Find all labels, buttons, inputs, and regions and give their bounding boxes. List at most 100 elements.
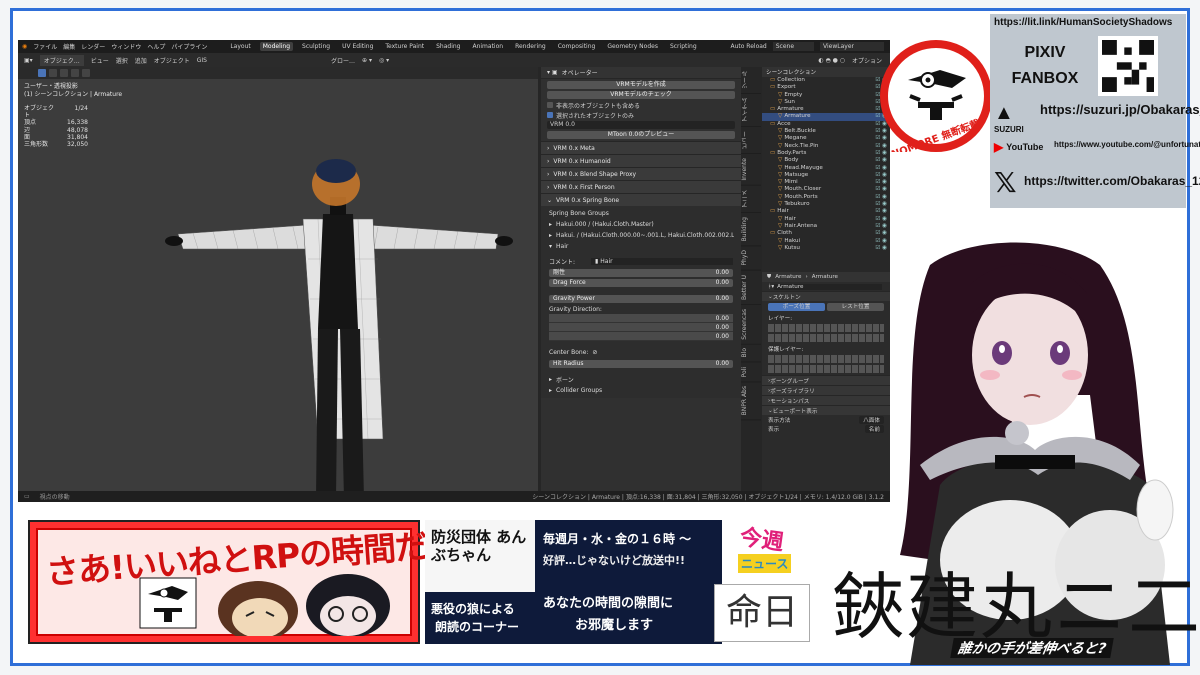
outliner-item[interactable]: ▭ Collection ☑ ◉ — [762, 77, 890, 84]
spring-group-item[interactable]: ▸ Hakui. / (Hakui.Cloth.000.00~.001.L, Ha… — [541, 230, 741, 241]
select-box-icon[interactable] — [38, 69, 46, 77]
outliner-item[interactable]: ▽ Hair ☑ ◉ — [762, 216, 890, 223]
bones-subpanel[interactable]: ▸ ボーン — [541, 374, 741, 385]
tab-compositing[interactable]: Compositing — [555, 42, 599, 51]
include-hidden-checkbox[interactable]: 非表示のオブジェクトも含める — [547, 101, 735, 110]
menu-render[interactable]: レンダー — [81, 42, 105, 51]
outliner-item[interactable]: ▽ Tebukuro ☑ ◉ — [762, 201, 890, 208]
section-blend-shape[interactable]: › VRM 0.x Blend Shape Proxy — [541, 167, 741, 180]
hit-radius-field[interactable]: Hit Radius 0.00 — [549, 360, 733, 368]
visibility-icon[interactable]: ☑ ◉ — [875, 186, 890, 193]
menu-file[interactable]: ファイル — [33, 42, 57, 51]
sidebar-tab[interactable]: ツール — [741, 67, 761, 94]
3d-viewport[interactable]: ユーザー・透視投影 (1) シーンコレクション | Armature オブジェク… — [18, 79, 538, 491]
breadcrumb-object[interactable]: Armature — [775, 274, 801, 280]
menu-gis[interactable]: GIS — [197, 57, 207, 64]
outliner-item[interactable]: ▽ Armature ☑ ◉ — [762, 113, 890, 121]
scene-selector[interactable]: Scene — [772, 42, 815, 51]
sidebar-tab[interactable]: ビュー — [741, 127, 761, 154]
outliner-item[interactable]: ▭ Hair ☑ ◉ — [762, 208, 890, 215]
menu-pipeline[interactable]: パイプライン — [171, 42, 207, 51]
tab-scripting[interactable]: Scripting — [667, 42, 700, 51]
menu-select[interactable]: 選択 — [116, 56, 128, 65]
tab-layout[interactable]: Layout — [227, 42, 253, 51]
outliner-item[interactable]: ▽ Matsuge ☑ ◉ — [762, 172, 890, 179]
outliner-item[interactable]: ▽ Mimi ☑ ◉ — [762, 179, 890, 186]
spring-group-item[interactable]: ▸ Hakui.000 / (Hakui.Cloth.Master) — [541, 219, 741, 230]
outliner-item[interactable]: ▽ Body ☑ ◉ — [762, 157, 890, 164]
transform-orientation[interactable]: グロー… — [331, 56, 355, 65]
visibility-icon[interactable]: ☑ ◉ — [875, 165, 890, 172]
outliner-item[interactable]: ▽ Mouth.Closer ☑ ◉ — [762, 186, 890, 193]
gravity-x-field[interactable]: 0.00 — [549, 314, 733, 323]
collider-groups-subpanel[interactable]: ▸ Collider Groups — [541, 385, 741, 396]
pose-position-button[interactable]: ポーズ位置 — [768, 303, 825, 311]
sidebar-tab[interactable]: BNPR Abs — [741, 382, 761, 421]
outliner-item[interactable]: ▽ Neck.Tie.Pin ☑ ◉ — [762, 143, 890, 150]
sidebar-tab[interactable]: アニメ — [741, 185, 761, 213]
section-vrm-meta[interactable]: › VRM 0.x Meta — [541, 141, 741, 154]
tab-sculpting[interactable]: Sculpting — [299, 42, 333, 51]
sidebar-tab[interactable]: Better U — [741, 270, 761, 305]
outliner-item[interactable]: ▽ Belt.Buckle ☑ ◉ — [762, 128, 890, 135]
tab-animation[interactable]: Animation — [469, 42, 506, 51]
operator-header[interactable]: ▾ ▣ オペレーター — [541, 67, 741, 79]
shading-icons[interactable]: ◐ ◓ ● ○ — [818, 57, 845, 64]
select-mode-icon-3[interactable] — [60, 69, 68, 77]
mode-selector[interactable]: オブジェク… — [39, 54, 84, 66]
mtoon-preview-button[interactable]: MToon 0.0のプレビュー — [547, 131, 735, 139]
sidebar-tab[interactable]: Invente — [741, 154, 761, 186]
comment-field[interactable]: ▮ Hair — [591, 258, 733, 265]
sidebar-tab[interactable]: Blo — [741, 344, 761, 363]
visibility-icon[interactable]: ☑ ◉ — [875, 208, 890, 215]
menu-object[interactable]: オブジェクト — [154, 56, 190, 65]
visibility-icon[interactable]: ☑ ◉ — [875, 194, 890, 201]
center-bone-row[interactable]: Center Bone: ⊘ — [541, 347, 741, 358]
auto-reload-label[interactable]: Auto Reload — [730, 43, 766, 50]
tab-rendering[interactable]: Rendering — [512, 42, 549, 51]
outliner-item[interactable]: ▭ Body.Parts ☑ ◉ — [762, 150, 890, 157]
select-mode-icon-2[interactable] — [49, 69, 57, 77]
youtube-link[interactable]: https://www.youtube.com/@unfortunate_gua… — [1054, 140, 1200, 149]
outliner-item[interactable]: ▭Export☑ ◉ — [762, 84, 890, 91]
sidebar-tab[interactable]: PhyD — [741, 246, 761, 271]
sidebar-tab[interactable]: アイテム — [741, 94, 761, 127]
outliner-item[interactable]: ▽Empty☑ ◉ — [762, 92, 890, 99]
menu-view[interactable]: ビュー — [91, 56, 109, 65]
check-vrm-button[interactable]: VRMモデルのチェック — [547, 91, 735, 99]
outliner-item[interactable]: ▭ Armature ☑ ◉ — [762, 106, 890, 113]
gravity-power-field[interactable]: Gravity Power 0.00 — [549, 295, 733, 303]
outliner-item[interactable]: ▽ Mouth.Ports ☑ ◉ — [762, 194, 890, 201]
menu-edit[interactable]: 編集 — [63, 42, 75, 51]
create-vrm-button[interactable]: VRMモデルを作成 — [547, 81, 735, 89]
menu-window[interactable]: ウィンドウ — [111, 42, 141, 51]
section-vrm-humanoid[interactable]: › VRM 0.x Humanoid — [541, 154, 741, 167]
gravity-y-field[interactable]: 0.00 — [549, 323, 733, 332]
menu-help[interactable]: ヘルプ — [147, 42, 165, 51]
select-mode-icon-5[interactable] — [82, 69, 90, 77]
drag-force-field[interactable]: Drag Force 0.00 — [549, 279, 733, 287]
select-mode-icon-4[interactable] — [71, 69, 79, 77]
breadcrumb-data[interactable]: Armature — [812, 274, 838, 280]
stiffness-field[interactable]: 剛性 0.00 — [549, 269, 733, 277]
tab-uv-editing[interactable]: UV Editing — [339, 42, 376, 51]
outliner-item[interactable]: ▭ Acce ☑ ◉ — [762, 121, 890, 128]
sidebar-tab[interactable]: Screencas — [741, 304, 761, 345]
section-spring-bone[interactable]: ⌄ VRM 0.x Spring Bone — [541, 193, 741, 206]
sidebar-tab[interactable]: Building — [741, 212, 761, 247]
suzuri-link[interactable]: https://suzuri.jp/Obakaras_1212 — [1040, 102, 1200, 117]
gravity-z-field[interactable]: 0.00 — [549, 332, 733, 341]
outliner-item[interactable]: ▽ Megane ☑ ◉ — [762, 135, 890, 142]
tab-texture-paint[interactable]: Texture Paint — [382, 42, 427, 51]
visibility-icon[interactable]: ☑ ◉ — [875, 157, 890, 164]
outliner-item[interactable]: ▽Sun☑ ◉ — [762, 99, 890, 106]
tab-shading[interactable]: Shading — [433, 42, 463, 51]
editor-type-icon[interactable]: ▣▾ — [24, 57, 33, 64]
spring-group-item[interactable]: ▾ Hair — [541, 241, 741, 252]
tab-geometry-nodes[interactable]: Geometry Nodes — [604, 42, 661, 51]
outliner-item[interactable]: ▽ Head.Mayuge ☑ ◉ — [762, 165, 890, 172]
litlink-url[interactable]: https://lit.link/HumanSocietyShadows — [994, 17, 1172, 28]
snap-icon[interactable]: ⊕ ▾ — [362, 57, 372, 64]
menu-add[interactable]: 追加 — [135, 56, 147, 65]
tab-modeling[interactable]: Modeling — [259, 42, 294, 51]
